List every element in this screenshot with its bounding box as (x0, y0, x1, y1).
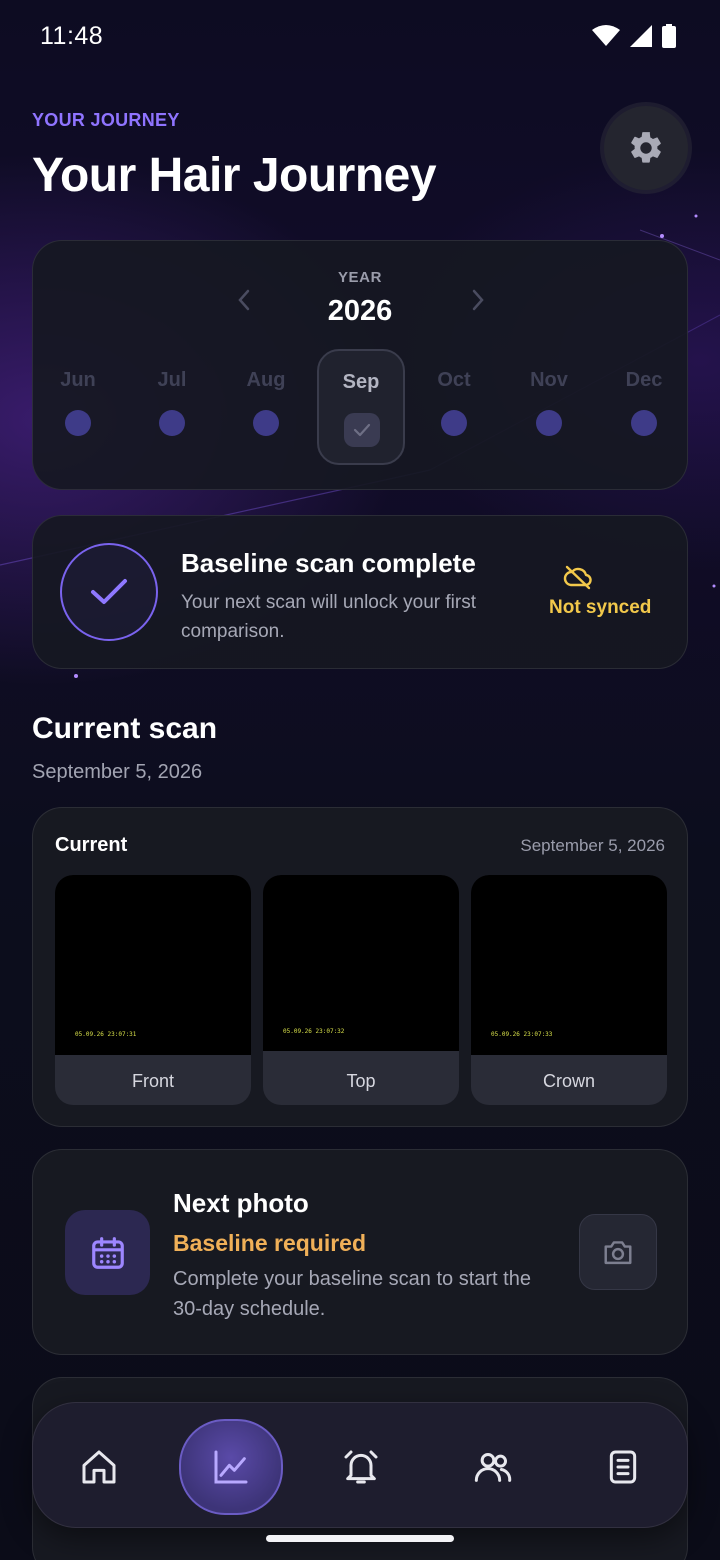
nav-community[interactable] (441, 1419, 545, 1515)
check-icon (91, 579, 127, 604)
status-icons (592, 24, 676, 48)
month-sep[interactable]: Sep (317, 349, 405, 465)
month-aug[interactable]: Aug (221, 349, 311, 465)
month-label: Aug (246, 369, 286, 391)
scan-card-date: September 5, 2026 (520, 836, 665, 855)
status-time: 11:48 (40, 22, 104, 50)
chevron-right-icon (472, 289, 484, 311)
check-icon (353, 423, 371, 437)
scan-photo-top[interactable]: 05.09.26 23:07:32 Top (263, 875, 459, 1105)
year-selector-card: YEAR 2026 Jun Jul Aug Sep Oct Nov Dec (32, 240, 688, 490)
month-jun[interactable]: Jun (33, 349, 123, 465)
next-photo-status: Baseline required (173, 1230, 367, 1256)
month-label: Dec (625, 369, 663, 391)
wifi-icon (592, 25, 620, 46)
home-indicator[interactable] (266, 1535, 454, 1542)
month-dec[interactable]: Dec (599, 349, 689, 465)
month-strip: Jun Jul Aug Sep Oct Nov Dec (33, 349, 687, 469)
next-photo-title: Next photo (173, 1188, 309, 1218)
camera-button[interactable] (579, 1214, 657, 1290)
month-label: Sep (342, 371, 380, 393)
section-date: September 5, 2026 (32, 761, 203, 783)
photo-label: Crown (542, 1071, 595, 1091)
cloud-off-icon (563, 565, 592, 590)
chart-icon (214, 1450, 248, 1484)
photo-timestamp: 05.09.26 23:07:31 (75, 1031, 137, 1038)
calendar-icon (91, 1236, 124, 1269)
photo-image (471, 875, 667, 1055)
month-label: Jun (60, 369, 96, 391)
page-eyebrow: YOUR JOURNEY (32, 110, 180, 130)
month-dot (253, 410, 279, 436)
people-icon (474, 1453, 512, 1482)
gear-icon (631, 132, 661, 163)
alarm-icon (344, 1450, 378, 1484)
document-icon (609, 1450, 637, 1484)
nav-reminders[interactable] (309, 1419, 413, 1515)
nav-home[interactable] (47, 1419, 151, 1515)
camera-icon (604, 1241, 632, 1265)
photo-image (55, 875, 251, 1055)
month-jul[interactable]: Jul (127, 349, 217, 465)
month-dot (441, 410, 467, 436)
battery-icon (662, 24, 676, 48)
month-label: Nov (530, 369, 568, 391)
month-label: Jul (157, 369, 187, 391)
bottom-navigation (32, 1402, 688, 1528)
next-photo-description: Complete your baseline scan to start the… (173, 1268, 531, 1320)
signal-icon (630, 25, 652, 47)
month-completed-badge (344, 413, 380, 447)
status-check-badge (60, 543, 158, 641)
baseline-status-card: Baseline scan complete Your next scan wi… (32, 515, 688, 669)
home-icon (82, 1450, 116, 1484)
year-label: YEAR (337, 269, 383, 286)
section-title-current-scan: Current scan (32, 712, 218, 745)
current-scan-card: Current September 5, 2026 05.09.26 23:07… (32, 807, 688, 1127)
settings-button[interactable] (604, 106, 688, 190)
year-value: 2026 (327, 295, 393, 327)
month-dot (65, 410, 91, 436)
nav-progress[interactable] (179, 1419, 283, 1515)
photo-timestamp: 05.09.26 23:07:32 (283, 1028, 345, 1035)
photo-image (263, 875, 459, 1051)
next-year-button[interactable] (463, 285, 493, 315)
status-title: Baseline scan complete (181, 548, 476, 578)
photo-timestamp: 05.09.26 23:07:33 (491, 1031, 553, 1038)
status-subtitle: Your next scan will unlock your first co… (181, 592, 476, 642)
sync-label: Not synced (549, 597, 652, 618)
scan-photo-crown[interactable]: 05.09.26 23:07:33 Crown (471, 875, 667, 1105)
month-dot (631, 410, 657, 436)
month-label: Oct (437, 369, 471, 391)
month-dot (159, 410, 185, 436)
scan-photo-front[interactable]: 05.09.26 23:07:31 Front (55, 875, 251, 1105)
month-dot (536, 410, 562, 436)
photo-label: Front (131, 1071, 174, 1091)
status-bar: 11:48 (0, 0, 720, 74)
photo-label: Top (346, 1071, 376, 1091)
next-photo-card: Next photo Baseline required Complete yo… (32, 1149, 688, 1355)
sync-status[interactable]: Not synced (549, 564, 679, 619)
nav-records[interactable] (571, 1419, 675, 1515)
scan-card-title: Current (55, 834, 128, 856)
month-oct[interactable]: Oct (409, 349, 499, 465)
calendar-badge (65, 1210, 150, 1295)
page-title: Your Hair Journey (32, 149, 437, 202)
month-nov[interactable]: Nov (504, 349, 594, 465)
